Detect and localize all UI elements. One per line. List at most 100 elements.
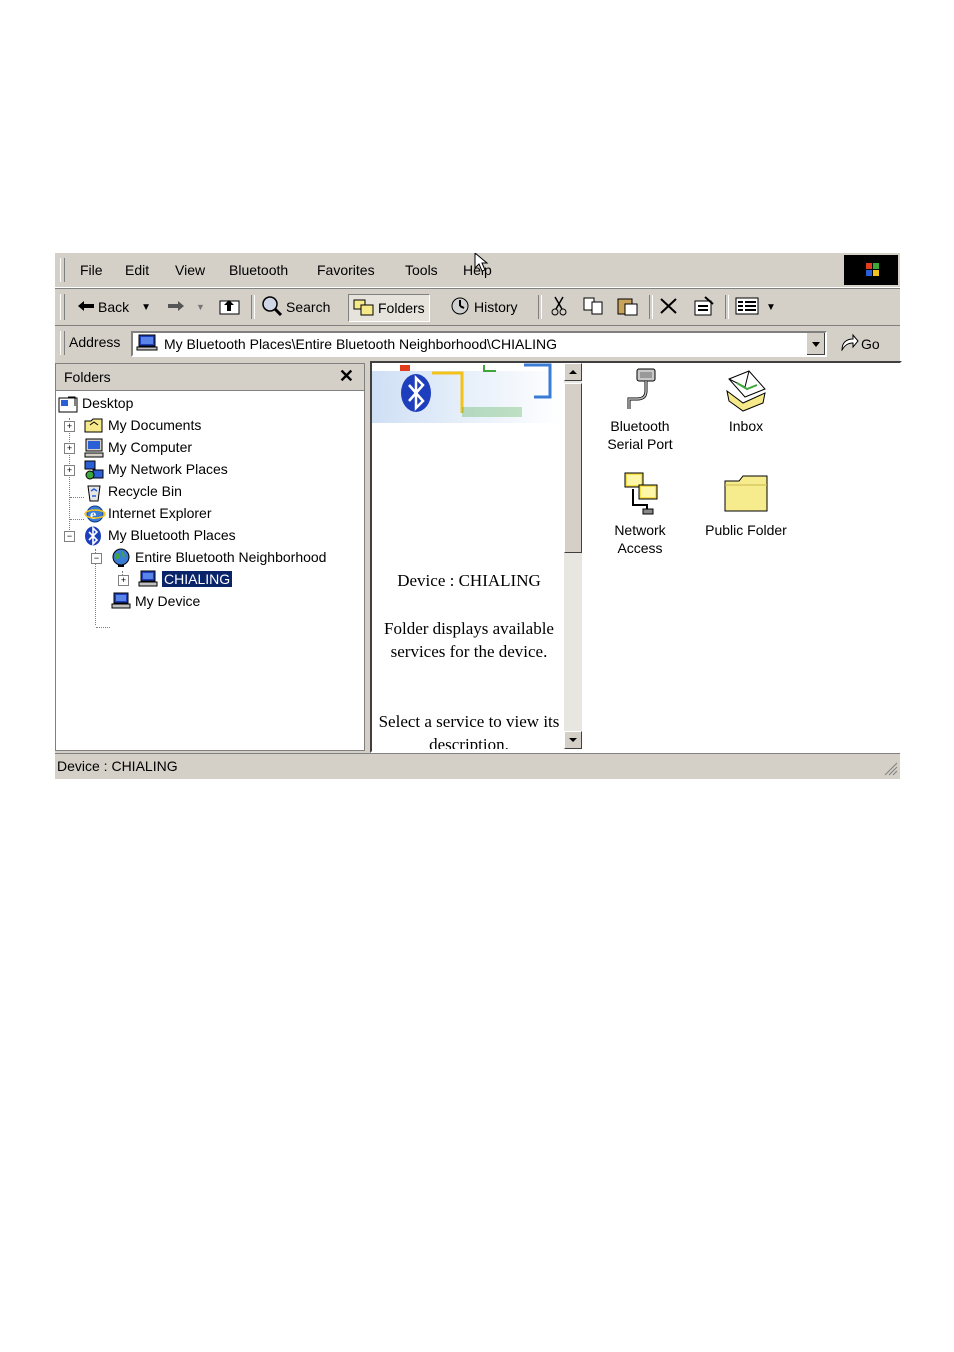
service-inbox[interactable]: Inbox: [700, 367, 792, 435]
menu-tools[interactable]: Tools: [405, 262, 438, 278]
scroll-up-button[interactable]: [564, 363, 582, 381]
back-label: Back: [98, 299, 130, 315]
collapse-icon[interactable]: −: [91, 553, 102, 564]
tree-item-internet-explorer[interactable]: e Internet Explorer: [84, 503, 212, 523]
close-icon[interactable]: ✕: [339, 366, 354, 387]
back-arrow-icon: [77, 299, 95, 316]
properties-icon: [693, 295, 715, 319]
copy-button[interactable]: [583, 294, 608, 320]
service-bluetooth-serial-port[interactable]: Bluetooth Serial Port: [594, 367, 686, 453]
folders-label: Folders: [378, 300, 425, 316]
tree-label: My Device: [135, 593, 201, 609]
service-label-line1: Inbox: [728, 418, 764, 434]
folder-icon: [723, 471, 769, 517]
service-network-access[interactable]: Network Access: [594, 471, 686, 557]
tree-item-my-bluetooth-places[interactable]: My Bluetooth Places: [84, 525, 236, 546]
webview-line2: services for the device.: [390, 642, 548, 661]
service-label-line2: Serial Port: [607, 436, 673, 452]
tree-item-desktop[interactable]: Desktop: [58, 393, 133, 413]
tree-line: [69, 418, 70, 538]
scroll-thumb[interactable]: [564, 383, 582, 553]
desktop-icon: [58, 394, 78, 413]
menu-grip[interactable]: [60, 258, 65, 282]
address-grip[interactable]: [60, 331, 65, 355]
tree-item-my-documents[interactable]: My Documents: [84, 415, 201, 435]
menu-bluetooth[interactable]: Bluetooth: [229, 262, 288, 278]
tree-item-recycle-bin[interactable]: Recycle Bin: [84, 481, 182, 502]
tree-item-my-device[interactable]: My Device: [111, 591, 200, 611]
service-public-folder[interactable]: Public Folder: [698, 471, 794, 539]
service-label-line1: Network: [614, 522, 666, 538]
delete-button[interactable]: [659, 294, 682, 320]
expand-icon[interactable]: +: [118, 575, 129, 586]
bluetooth-banner-icon: [372, 363, 562, 423]
service-label-line2: Access: [617, 540, 663, 556]
copy-icon: [583, 297, 605, 318]
up-folder-button[interactable]: [219, 294, 244, 320]
tree-item-chialing[interactable]: CHIALING: [138, 569, 233, 589]
webview-line3: Select a service to view its: [378, 712, 560, 731]
toolbar-separator: [538, 295, 542, 319]
status-bar: Device : CHIALING: [55, 753, 900, 778]
history-label: History: [474, 299, 518, 315]
tree-label: My Bluetooth Places: [108, 527, 236, 543]
scroll-down-button[interactable]: [564, 731, 582, 749]
tree-label: Entire Bluetooth Neighborhood: [135, 549, 327, 565]
internet-explorer-icon: e: [84, 504, 106, 523]
tree-item-entire-bluetooth-neighborhood[interactable]: Entire Bluetooth Neighborhood: [111, 547, 326, 567]
explorer-window: File Edit View Bluetooth Favorites Tools…: [55, 253, 902, 779]
menu-edit[interactable]: Edit: [125, 262, 149, 278]
folders-title: Folders: [64, 369, 111, 385]
scissors-icon: [551, 296, 567, 319]
resize-grip-icon[interactable]: [884, 762, 898, 776]
search-button[interactable]: Search: [261, 294, 330, 320]
network-access-icon: [617, 471, 663, 517]
mouse-cursor-icon: [474, 253, 489, 272]
expand-icon[interactable]: +: [64, 421, 75, 432]
go-button[interactable]: Go: [839, 333, 880, 354]
properties-button[interactable]: [693, 294, 718, 320]
views-button[interactable]: ▼: [735, 294, 776, 320]
toolbar-grip[interactable]: [60, 294, 65, 320]
folders-button[interactable]: Folders: [348, 294, 430, 322]
collapse-icon[interactable]: −: [64, 531, 75, 542]
expand-icon[interactable]: +: [64, 443, 75, 454]
search-label: Search: [286, 299, 331, 315]
menu-view[interactable]: View: [175, 262, 205, 278]
bluetooth-icon: [84, 526, 102, 546]
webview-device: Device : CHIALING: [397, 571, 541, 590]
webview-scrollbar[interactable]: [564, 363, 582, 749]
tree-line: [70, 519, 84, 520]
paste-button[interactable]: [617, 294, 642, 320]
history-button[interactable]: History: [449, 294, 518, 320]
search-icon: [261, 295, 283, 319]
address-dropdown-button[interactable]: [806, 333, 825, 355]
paste-icon: [617, 296, 639, 319]
tree-label: My Computer: [108, 439, 193, 455]
up-folder-icon: [219, 297, 241, 318]
back-dropdown-icon[interactable]: ▼: [141, 302, 151, 313]
webview-line4: description.: [429, 735, 509, 749]
tree-label: My Network Places: [108, 461, 228, 477]
network-icon: [84, 460, 104, 480]
address-path: My Bluetooth Places\Entire Bluetooth Nei…: [164, 336, 557, 352]
laptop-icon: [136, 334, 158, 355]
folder-icon: [84, 416, 103, 434]
cut-button[interactable]: [551, 294, 570, 320]
menu-file[interactable]: File: [80, 262, 103, 278]
recycle-bin-icon: [84, 482, 102, 502]
views-dropdown-icon[interactable]: ▼: [766, 302, 776, 313]
address-field[interactable]: My Bluetooth Places\Entire Bluetooth Nei…: [131, 331, 827, 357]
forward-button[interactable]: ▼: [167, 294, 205, 320]
address-label: Address: [69, 334, 121, 350]
tree-item-my-computer[interactable]: My Computer: [84, 437, 193, 458]
tree-item-my-network-places[interactable]: My Network Places: [84, 459, 228, 480]
standard-toolbar: Back ▼ ▼ Search Folders History ▼: [55, 288, 900, 326]
globe-icon: [111, 548, 130, 567]
menu-favorites[interactable]: Favorites: [317, 262, 375, 278]
history-icon: [449, 296, 471, 319]
expand-icon[interactable]: +: [64, 465, 75, 476]
go-arrow-icon: [839, 333, 859, 354]
back-button[interactable]: Back ▼: [77, 294, 151, 320]
forward-dropdown-icon[interactable]: ▼: [196, 302, 205, 312]
